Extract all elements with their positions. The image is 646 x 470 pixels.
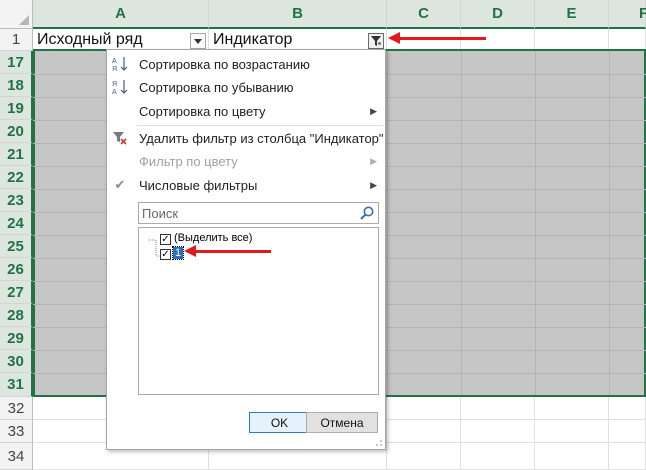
menu-item-label: Числовые фильтры: [139, 177, 258, 193]
gridline: [461, 51, 462, 395]
row-header-22[interactable]: 22: [0, 166, 33, 189]
gridline: [387, 51, 388, 395]
column-header-d[interactable]: D: [461, 0, 535, 29]
value-checkbox-1[interactable]: ✓: [160, 249, 171, 260]
cell[interactable]: [387, 397, 461, 420]
sort-za-icon: ЯA: [111, 78, 129, 96]
magnifier-icon: [360, 206, 374, 220]
annotation-arrow-filter: [388, 32, 486, 44]
dropdown-arrow-icon: [194, 38, 202, 44]
select-all-label[interactable]: (Выделить все): [174, 232, 252, 244]
menu-item-sort-by-color[interactable]: Сортировка по цвету ▶: [107, 100, 385, 122]
cell[interactable]: [387, 420, 461, 443]
cell[interactable]: [609, 443, 646, 470]
row-header-34[interactable]: 34: [0, 443, 33, 470]
cell[interactable]: [535, 443, 609, 470]
row-header-30[interactable]: 30: [0, 350, 33, 373]
menu-item-clear-filter[interactable]: Удалить фильтр из столбца "Индикатор": [107, 127, 385, 149]
cell[interactable]: [535, 420, 609, 443]
menu-item-sort-descending[interactable]: ЯA Сортировка по убыванию: [107, 76, 385, 98]
row-header-32[interactable]: 32: [0, 397, 33, 420]
cell-e1[interactable]: [535, 29, 609, 51]
submenu-arrow-icon: ▶: [370, 179, 377, 190]
menu-item-label: Сортировка по возрастанию: [139, 56, 310, 72]
value-label-1[interactable]: 1: [171, 246, 185, 260]
row-header-23[interactable]: 23: [0, 189, 33, 212]
gridline: [535, 51, 536, 395]
filter-funnel-icon: [371, 36, 381, 46]
menu-item-filter-by-color: Фильтр по цвету ▶: [107, 150, 385, 172]
row-header-29[interactable]: 29: [0, 327, 33, 350]
menu-separator: [137, 125, 383, 126]
cell[interactable]: [609, 420, 646, 443]
clear-filter-icon: [111, 129, 129, 147]
row-header-31[interactable]: 31: [0, 373, 33, 397]
svg-text:A: A: [112, 89, 117, 96]
svg-text:Я: Я: [112, 66, 117, 73]
filter-dropdown-a[interactable]: [190, 33, 206, 49]
cell[interactable]: [461, 443, 535, 470]
row-header-27[interactable]: 27: [0, 281, 33, 304]
sort-az-icon: AЯ: [111, 55, 129, 73]
cell-f1[interactable]: [609, 29, 646, 51]
ok-button[interactable]: OK: [249, 412, 310, 433]
row-header-20[interactable]: 20: [0, 120, 33, 143]
column-header-a[interactable]: A: [33, 0, 209, 29]
column-header-b[interactable]: B: [209, 0, 387, 29]
cancel-button[interactable]: Отмена: [306, 412, 378, 433]
row-header-1[interactable]: 1: [0, 29, 33, 51]
menu-item-label: Сортировка по цвету: [139, 103, 266, 119]
submenu-arrow-icon: ▶: [370, 105, 377, 116]
menu-item-label: Удалить фильтр из столбца "Индикатор": [139, 130, 384, 146]
cell[interactable]: [461, 420, 535, 443]
cell-b1-text: Индикатор: [213, 31, 293, 48]
row-header-24[interactable]: 24: [0, 212, 33, 235]
row-header-18[interactable]: 18: [0, 74, 33, 97]
cell[interactable]: [609, 397, 646, 420]
row-header-17[interactable]: 17: [0, 51, 33, 74]
select-all-checkbox[interactable]: ✓: [160, 234, 171, 245]
svg-text:A: A: [112, 58, 117, 65]
row-header-33[interactable]: 33: [0, 420, 33, 443]
column-header-e[interactable]: E: [535, 0, 609, 29]
row-header-26[interactable]: 26: [0, 258, 33, 281]
checkmark-icon: ✔: [114, 177, 126, 192]
row-header-19[interactable]: 19: [0, 97, 33, 120]
menu-item-number-filters[interactable]: ✔ Числовые фильтры ▶: [107, 174, 385, 196]
menu-item-sort-ascending[interactable]: AЯ Сортировка по возрастанию: [107, 53, 385, 75]
search-placeholder: Поиск: [142, 206, 179, 221]
select-all-corner[interactable]: [0, 0, 33, 29]
menu-item-label: Сортировка по убыванию: [139, 79, 294, 95]
submenu-arrow-icon: ▶: [370, 155, 377, 166]
row-header-25[interactable]: 25: [0, 235, 33, 258]
column-header-c[interactable]: C: [387, 0, 461, 29]
gridline: [609, 51, 610, 395]
row-header-21[interactable]: 21: [0, 143, 33, 166]
resize-grip-icon[interactable]: [375, 439, 383, 447]
cell[interactable]: [461, 397, 535, 420]
cell[interactable]: [535, 397, 609, 420]
column-header-f[interactable]: F: [609, 0, 646, 29]
svg-text:Я: Я: [112, 81, 117, 88]
cell-d1[interactable]: [461, 29, 535, 51]
menu-item-label: Фильтр по цвету: [139, 153, 238, 169]
cell-a1-text: Исходный ряд: [37, 31, 143, 48]
cell[interactable]: [387, 443, 461, 470]
filter-search-input[interactable]: Поиск: [138, 202, 379, 224]
filter-button-b[interactable]: [368, 33, 384, 49]
annotation-arrow-value: [184, 245, 271, 257]
row-header-28[interactable]: 28: [0, 304, 33, 327]
